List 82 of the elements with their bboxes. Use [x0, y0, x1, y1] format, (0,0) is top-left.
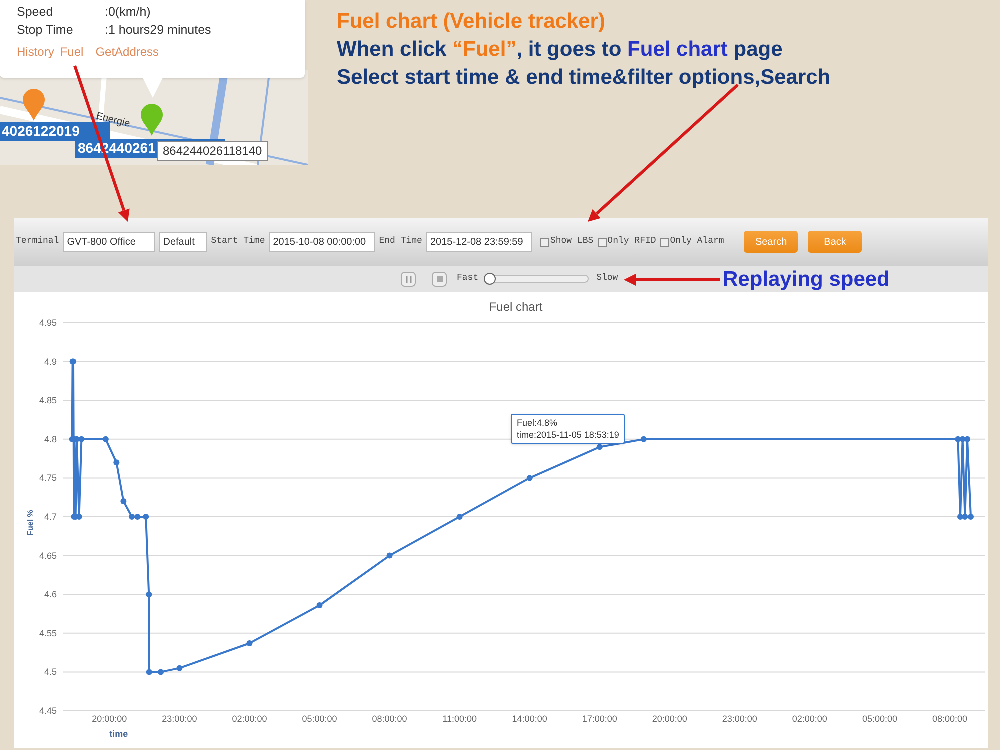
pause-icon: [406, 276, 412, 282]
axis-tick-label: 05:00:00: [302, 714, 338, 724]
data-point: [456, 514, 463, 520]
axis-tick-label: 4.75: [39, 473, 57, 484]
map-pin-icon: [22, 88, 46, 122]
axis-tick-label: 4.6: [44, 590, 57, 600]
pause-button[interactable]: [401, 272, 416, 286]
axis-tick-label: 11:00:00: [442, 714, 477, 724]
axis-tick-label: 20:00:00: [92, 714, 128, 724]
checkbox[interactable]: [660, 238, 670, 246]
checkbox[interactable]: [540, 238, 550, 246]
data-point: [120, 498, 127, 504]
data-point: [386, 552, 393, 559]
data-point: [246, 640, 253, 646]
field-label: Stop Time: [17, 22, 74, 39]
popup-link[interactable]: Fuel: [60, 43, 84, 61]
checkbox-label: Only RFID: [608, 235, 656, 248]
data-point: [146, 669, 152, 676]
axis-tick-label: 08:00:00: [932, 714, 968, 724]
field-label: Speed: [17, 4, 54, 21]
data-point: [316, 602, 323, 608]
data-point: [114, 460, 120, 466]
popup-link[interactable]: History: [17, 43, 54, 61]
action-button[interactable]: Search: [744, 231, 798, 253]
axis-tick-label: 05:00:00: [862, 714, 898, 724]
axis-title: Fuel %: [26, 510, 35, 536]
axis-tick-label: 4.5: [44, 667, 57, 678]
axis-tick-label: 02:00:00: [232, 714, 268, 724]
axis-tick-label: 4.9: [44, 356, 57, 367]
field-label: Terminal: [16, 235, 60, 248]
stop-icon: [436, 276, 442, 282]
data-point: [102, 436, 109, 442]
checkbox-label: Only Alarm: [670, 235, 724, 248]
axis-tick-label: 4.8: [44, 434, 57, 444]
axis-tick-label: 23:00:00: [162, 714, 198, 724]
annotation-text: Replaying speed: [723, 267, 890, 293]
vehicle-label: 4026122019: [0, 122, 110, 141]
text-field[interactable]: 2015-12-08 23:59:59: [426, 232, 532, 252]
data-point: [640, 436, 647, 442]
axis-tick-label: 14:00:00: [512, 714, 548, 724]
checkbox[interactable]: [598, 238, 607, 246]
field-value: :1 hours29 minutes: [105, 22, 212, 39]
slider-label: Slow: [596, 272, 618, 286]
popup-link[interactable]: GetAddress: [96, 43, 160, 61]
axis-tick-label: 23:00:00: [722, 714, 758, 724]
popup-pointer: [143, 78, 163, 100]
axis-tick-label: 4.7: [44, 512, 57, 522]
axis-tick-label: 4.95: [39, 318, 57, 328]
slider-label: Fast: [457, 272, 479, 286]
axis-tick-label: 17:00:00: [582, 714, 618, 724]
data-point: [146, 592, 152, 598]
speed-slider[interactable]: [484, 275, 589, 283]
data-point: [526, 475, 533, 482]
axis-tick-label: 4.55: [39, 628, 57, 638]
annotation-text: Fuel chart (Vehicle tracker): [337, 9, 606, 35]
tooltip-text: time:2015-11-05 18:53:19: [517, 429, 620, 441]
tooltip-text: Fuel:4.8%: [517, 417, 559, 429]
map-pin-icon: [140, 103, 164, 137]
slider-thumb[interactable]: [484, 273, 496, 285]
data-point: [158, 669, 164, 676]
action-button[interactable]: Back: [808, 231, 862, 253]
checkbox-label: Show LBS: [550, 235, 594, 248]
field-label: Start Time: [211, 235, 266, 248]
map-tooltip: 864244026118140: [157, 141, 268, 161]
field-value: :0(km/h): [105, 4, 151, 21]
text-field[interactable]: 2015-10-08 00:00:00: [269, 232, 376, 252]
chart-title: Fuel chart: [489, 300, 543, 314]
axis-tick-label: 4.45: [39, 706, 57, 716]
stop-button[interactable]: [432, 272, 447, 286]
data-point: [143, 514, 150, 520]
axis-tick-label: 4.65: [39, 550, 57, 561]
axis-tick-label: 4.85: [39, 396, 57, 406]
text-field[interactable]: GVT-800 Office: [63, 232, 156, 252]
text-field[interactable]: Default: [159, 232, 208, 252]
data-point: [176, 665, 183, 672]
axis-tick-label: 02:00:00: [792, 714, 828, 724]
annotation-text: Select start time & end time&filter options,Search: [337, 65, 831, 91]
axis-tick-label: 20:00:00: [652, 714, 688, 724]
annotation-text: When click “Fuel”, it goes to Fuel chart page: [337, 37, 784, 63]
axis-title: time: [110, 729, 128, 739]
field-label: End Time: [379, 235, 422, 248]
axis-tick-label: 08:00:00: [372, 714, 408, 724]
